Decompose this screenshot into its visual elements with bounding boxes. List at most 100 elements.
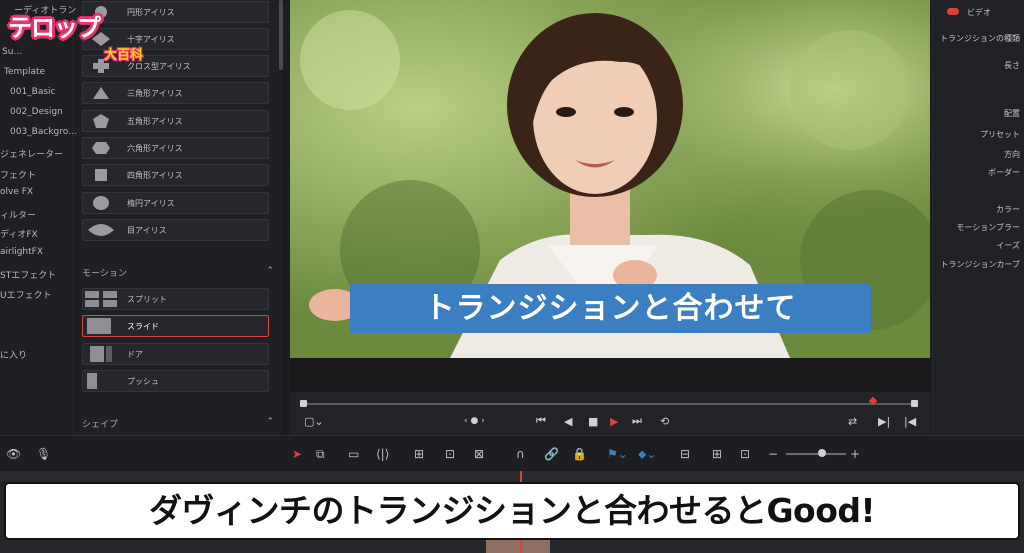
effect-label: 四角形アイリス — [127, 170, 183, 180]
effect-slide[interactable]: スライド — [82, 315, 269, 337]
inspector-preset: プリセット — [980, 130, 1020, 139]
bin-item-effects[interactable]: フェクト — [0, 168, 74, 181]
flag-icon[interactable]: ⚑⌄ — [607, 446, 628, 462]
effect-label: ドア — [127, 349, 143, 359]
motion-section-title: モーション — [82, 269, 127, 279]
overwrite-clip-icon[interactable]: ⊡ — [445, 446, 455, 462]
zoom-custom-icon[interactable]: ⊡ — [740, 446, 750, 462]
bin-item[interactable]: Su… — [2, 47, 76, 57]
inspector-color: カラー — [996, 205, 1020, 214]
hexagon-shape-icon — [83, 138, 119, 158]
match-frame-icon[interactable]: ⇄ — [848, 414, 857, 428]
out-point-marker[interactable] — [911, 400, 918, 407]
loop-icon[interactable]: ⟲ — [660, 414, 669, 428]
blade-edit-icon[interactable]: ▭ — [348, 446, 359, 462]
viewer-bottom-area — [290, 358, 930, 392]
effect-split[interactable]: スプリット — [82, 288, 269, 310]
play-reverse-icon[interactable]: ◀ — [564, 414, 572, 428]
zoom-slider-track[interactable] — [786, 453, 846, 455]
insert-clip-icon[interactable]: ⊞ — [414, 446, 424, 462]
dynamic-trim-icon[interactable]: ⟨|⟩ — [376, 446, 389, 462]
bin-item-filter[interactable]: ィルター — [0, 208, 74, 221]
inspector-ease: イーズ — [996, 241, 1020, 250]
effect-hexagon-iris[interactable]: 六角形アイリス — [82, 137, 269, 159]
effect-triangle-iris[interactable]: 三角形アイリス — [82, 82, 269, 104]
bin-item-vst[interactable]: Uエフェクト — [0, 288, 74, 301]
timeline-ruler[interactable] — [0, 471, 1024, 481]
bottom-caption: ダヴィンチのトランジションと合わせるとGood! — [6, 484, 1018, 538]
prev-clip-icon[interactable]: |◀ — [904, 414, 916, 428]
video-viewer[interactable]: トランジションと合わせて — [290, 0, 930, 358]
bin-item-template[interactable]: Template — [4, 67, 78, 77]
chevron-up-icon: ⌃ — [266, 417, 274, 427]
stop-icon[interactable]: ■ — [588, 414, 598, 428]
jog-control[interactable]: ‹ ● › — [464, 414, 485, 428]
bin-item-resolve-fx[interactable]: olve FX — [0, 187, 74, 197]
go-to-start-icon[interactable]: ⏮ — [536, 414, 546, 428]
lock-icon[interactable]: 🔒 — [572, 446, 587, 462]
bin-item-fairlight-fx[interactable]: airlightFX — [0, 247, 74, 257]
effects-scrollbar[interactable] — [279, 0, 283, 70]
inspector-panel: ビデオ トランジションの種類 長さ 配置 プリセット 方向 ボーダー カラー モ… — [932, 0, 1024, 435]
in-point-marker[interactable] — [300, 400, 307, 407]
marker-icon[interactable]: ⬥⌄ — [638, 446, 656, 462]
pentagon-shape-icon — [83, 111, 119, 131]
transport-bar: ▢⌄ ‹ ● › ⏮ ◀ ■ ▶ ⏭ ⟲ ⇄ ▶| |◀ — [290, 392, 930, 435]
bin-item-generator[interactable]: ジェネレーター — [0, 147, 74, 160]
effect-label: 五角形アイリス — [127, 116, 183, 126]
video-enable-toggle[interactable] — [947, 8, 959, 15]
effect-pentagon-iris[interactable]: 五角形アイリス — [82, 110, 269, 132]
zoom-out-icon[interactable]: − — [768, 446, 778, 462]
effect-circle-iris[interactable]: 円形アイリス — [82, 1, 269, 23]
trim-edit-icon[interactable]: ⧉ — [316, 446, 325, 462]
chevron-up-icon: ⌃ — [266, 266, 274, 276]
logo-sub: 大百科 — [104, 48, 144, 63]
effect-label: 円形アイリス — [127, 7, 175, 17]
effect-square-iris[interactable]: 四角形アイリス — [82, 164, 269, 186]
effect-label: 目アイリス — [127, 225, 167, 235]
replace-clip-icon[interactable]: ⊠ — [474, 446, 484, 462]
zoom-detail-icon[interactable]: ⊞ — [712, 446, 722, 462]
inspector-alignment: 配置 — [1004, 109, 1020, 118]
split-shape-icon — [83, 289, 119, 309]
effect-door[interactable]: ドア — [82, 343, 269, 365]
play-icon[interactable]: ▶ — [610, 414, 618, 428]
bin-item-basic[interactable]: 001_Basic — [10, 87, 84, 97]
inspector-video-tab[interactable]: ビデオ — [967, 7, 991, 18]
effect-eye-iris[interactable]: 目アイリス — [82, 219, 269, 241]
zoom-full-icon[interactable]: ⊟ — [680, 446, 690, 462]
square-shape-icon — [83, 165, 119, 185]
bin-item-design[interactable]: 002_Design — [10, 107, 84, 117]
bin-item-ofx[interactable]: STエフェクト — [0, 268, 74, 281]
push-shape-icon — [83, 371, 119, 391]
microphone-icon[interactable]: 🎙 — [36, 446, 51, 462]
triangle-shape-icon — [83, 83, 119, 103]
inspector-transition-curve: トランジションカーブ — [940, 260, 1020, 269]
playhead-marker[interactable] — [868, 396, 878, 406]
inspector-direction: 方向 — [1004, 150, 1020, 159]
bin-item-favorites[interactable]: に入り — [0, 348, 74, 361]
effect-label: スライド — [127, 321, 159, 331]
logo-main: テロップ — [8, 14, 101, 42]
inspector-motion-blur: モーションブラー — [956, 223, 1020, 232]
bin-item-audio-fx[interactable]: ディオFX — [0, 227, 74, 240]
effect-ellipse-iris[interactable]: 楕円アイリス — [82, 192, 269, 214]
next-clip-icon[interactable]: ▶| — [878, 414, 890, 428]
zoom-slider-knob[interactable] — [818, 449, 826, 457]
scrub-bar[interactable] — [300, 396, 918, 407]
link-icon[interactable]: 🔗 — [544, 446, 559, 462]
zoom-in-icon[interactable]: + — [850, 446, 860, 462]
shape-section-header[interactable]: シェイプ ⌃ — [82, 417, 274, 430]
media-bin-panel: ーディオトラン… Su… Template 001_Basic 002_Desi… — [0, 0, 85, 435]
effect-label: スプリット — [127, 294, 167, 304]
eye-icon[interactable]: 👁 — [6, 446, 21, 462]
snapping-icon[interactable]: ∩ — [516, 446, 525, 462]
viewer-telop-caption: トランジションと合わせて — [350, 284, 871, 333]
effect-push[interactable]: プッシュ — [82, 370, 269, 392]
bin-item-background[interactable]: 003_Backgro… — [10, 127, 84, 137]
go-to-end-icon[interactable]: ⏭ — [632, 414, 642, 428]
eye-shape-icon — [83, 220, 119, 240]
safe-area-icon[interactable]: ▢⌄ — [304, 414, 324, 428]
selection-pointer-icon[interactable]: ➤ — [292, 446, 302, 462]
motion-section-header[interactable]: モーション ⌃ — [82, 266, 274, 279]
